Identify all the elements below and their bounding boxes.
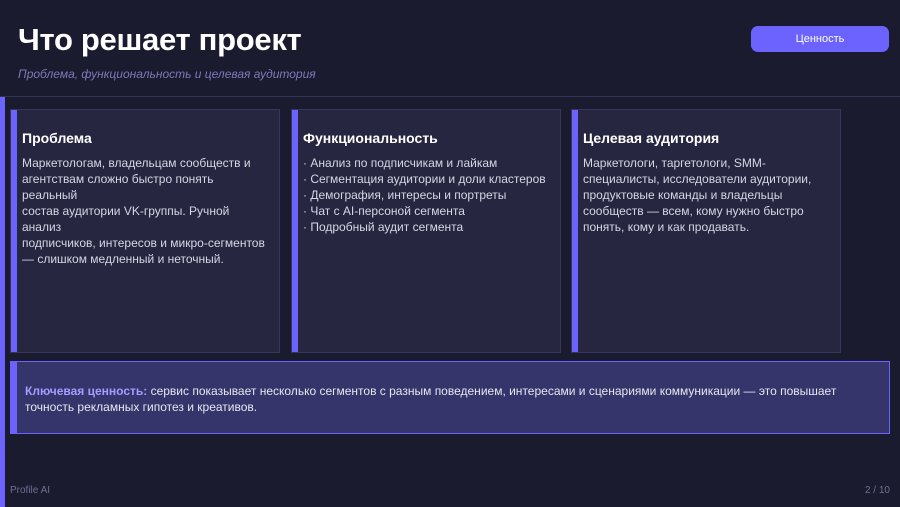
page-title: Что решает проект — [18, 22, 302, 57]
card-line: понять, кому и как продавать. — [583, 220, 750, 234]
card-accent-bar — [572, 110, 578, 352]
page-number: 2 / 10 — [864, 485, 890, 496]
key-value-description: сервис показывает несколько сегментов с … — [25, 384, 837, 414]
feature-item: Сегментация аудитории и доли кластеров — [303, 171, 552, 187]
value-tag-button[interactable]: Ценность — [751, 26, 889, 52]
feature-item: Подробный аудит сегмента — [303, 219, 552, 235]
card-line: сообществ — всем, кому нужно быстро — [583, 204, 804, 218]
card-line: Маркетологи, таргетологи, SMM- — [583, 156, 766, 170]
card-title: Проблема — [22, 130, 92, 146]
card-functionality: Функциональность Анализ по подписчикам и… — [291, 109, 561, 353]
slide-header: Что решает проект Проблема, функциональн… — [0, 0, 900, 97]
slide: Что решает проект Проблема, функциональн… — [0, 0, 900, 507]
card-problem: Проблема Маркетологам, владельцам сообще… — [10, 109, 280, 353]
card-body: Маркетологи, таргетологи, SMM- специалис… — [583, 155, 832, 235]
card-line: состав аудитории VK-группы. Ручной анали… — [22, 204, 230, 234]
card-line: специалисты, исследователи аудитории, — [583, 172, 812, 186]
feature-item: Анализ по подписчикам и лайкам — [303, 155, 552, 171]
card-line: Маркетологам, владельцам сообществ и — [22, 156, 251, 170]
card-title: Целевая аудитория — [583, 130, 720, 146]
page-subtitle: Проблема, функциональность и целевая ауд… — [18, 67, 316, 81]
feature-item: Чат с AI-персоной сегмента — [303, 203, 552, 219]
value-accent-bar — [11, 362, 17, 433]
card-body: Маркетологам, владельцам сообществ и аге… — [22, 155, 271, 267]
card-line: агентствам сложно быстро понять реальный — [22, 172, 214, 202]
key-value-label: Ключевая ценность: — [25, 384, 148, 398]
card-target-audience: Целевая аудитория Маркетологи, таргетоло… — [571, 109, 841, 353]
left-accent-rail — [0, 97, 5, 507]
card-accent-bar — [11, 110, 17, 352]
feature-list: Анализ по подписчикам и лайкам Сегментац… — [303, 155, 552, 235]
card-line: подписчиков, интересов и микро-сегментов — [22, 236, 265, 250]
footer-brand: Profile AI — [10, 485, 51, 496]
card-line: продуктовые команды и владельцы — [583, 188, 783, 202]
card-accent-bar — [292, 110, 298, 352]
key-value-text: Ключевая ценность: сервис показывает нес… — [25, 383, 879, 415]
header-divider — [0, 96, 900, 97]
feature-item: Демография, интересы и портреты — [303, 187, 552, 203]
key-value-box: Ключевая ценность: сервис показывает нес… — [10, 361, 890, 434]
card-title: Функциональность — [303, 130, 438, 146]
card-line: — слишком медленный и неточный. — [22, 252, 224, 266]
